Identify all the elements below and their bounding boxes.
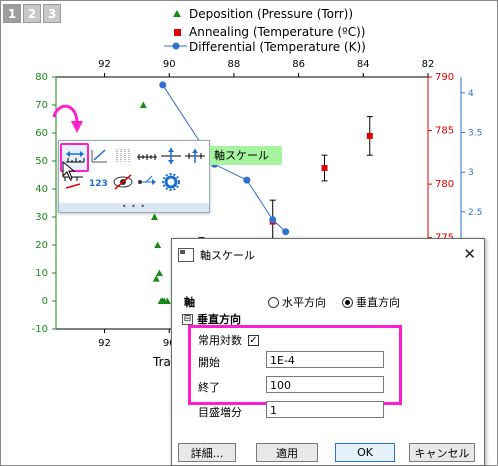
hide-icon[interactable]	[111, 171, 135, 193]
deposition-point	[154, 241, 162, 248]
rescale-icon[interactable]	[87, 145, 111, 167]
vertical-radio[interactable]	[342, 296, 353, 308]
log-row: 常用対数 ✓	[198, 332, 259, 348]
legend-label-deposition: Deposition (Pressure (Torr))	[189, 7, 353, 21]
left-axis-tick-label: 30	[35, 212, 48, 223]
mini-toolbar: 123 • • •	[58, 140, 210, 213]
dialog-title: 軸スケール	[200, 248, 255, 262]
export-icon[interactable]	[135, 171, 159, 193]
axis-scale-dialog: 軸スケール ✕ 軸 水平方向 垂直方向 ⊟ 垂直方向 常用対数 ✓ 開始 1E-…	[171, 238, 485, 466]
legend-marker-differential	[172, 42, 180, 50]
horizontal-label: 水平方向	[282, 296, 326, 309]
annealing-point	[321, 165, 328, 172]
deposition-point	[155, 269, 163, 276]
top-axis-tick-label: 82	[422, 59, 435, 70]
annealing-point	[366, 132, 373, 139]
collapse-icon[interactable]: ⊟	[182, 313, 193, 325]
differential-point	[282, 228, 290, 236]
left-axis-tick-label: 20	[35, 240, 48, 251]
legend-marker-deposition	[173, 10, 181, 17]
left-axis-tick-label: 60	[35, 128, 48, 139]
start-label: 開始	[198, 356, 220, 369]
left-axis-tick-label: 50	[35, 156, 48, 167]
left-axis-tick-label: -10	[32, 324, 48, 335]
dialog-window-icon	[178, 247, 194, 262]
mini-toolbar-more[interactable]: • • •	[59, 203, 209, 212]
axis-label: 軸	[184, 296, 195, 309]
vertical-option[interactable]: 垂直方向	[342, 294, 400, 310]
top-axis-tick-label: 86	[292, 59, 305, 70]
axis-dist-icon[interactable]	[183, 145, 207, 167]
horizontal-radio[interactable]	[268, 296, 279, 308]
bottom-axis-tick-label: 92	[98, 338, 111, 349]
svg-text:123: 123	[89, 179, 108, 189]
right-axis-2-tick-label: 2.5	[468, 208, 482, 218]
right-axis-1-tick-label: 785	[435, 126, 454, 137]
end-input[interactable]: 100	[266, 376, 384, 393]
right-axis-1-tick-label: 780	[435, 179, 454, 190]
right-axis-2-tick-label: 3	[468, 168, 474, 178]
deposition-point	[139, 101, 147, 108]
top-axis-tick-label: 84	[357, 59, 370, 70]
end-label-row: 終了	[198, 379, 220, 395]
dialog-titlebar[interactable]: 軸スケール ✕	[172, 239, 484, 270]
legend[interactable]: Deposition (Pressure (Torr)) Annealing (…	[164, 7, 366, 54]
deposition-point	[152, 275, 160, 282]
right-axis-1-tick-label: 790	[435, 72, 454, 83]
start-label-row: 開始	[198, 354, 220, 370]
settings-icon[interactable]	[159, 171, 183, 193]
right-axis-2-tick-label: 4	[468, 89, 474, 99]
right-axis-2-tick-label: 3.5	[468, 129, 482, 139]
apply-button[interactable]: 適用	[256, 443, 318, 462]
log-checkbox[interactable]: ✓	[248, 334, 259, 346]
mouse-cursor-icon	[62, 161, 76, 180]
increment-input[interactable]: 1	[266, 401, 384, 418]
left-axis-tick-label: 70	[35, 100, 48, 111]
end-label: 終了	[198, 381, 220, 394]
tooltip: 軸スケール	[210, 146, 282, 165]
start-input[interactable]: 1E-4	[266, 351, 384, 368]
grid-icon[interactable]	[111, 145, 135, 167]
increment-label: 目盛増分	[198, 406, 242, 419]
differential-point	[159, 81, 167, 89]
differential-point	[243, 176, 251, 184]
top-axis-tick-label: 92	[98, 59, 111, 70]
ok-button[interactable]: OK	[335, 443, 395, 462]
left-axis-tick-label: 40	[35, 184, 48, 195]
cancel-button[interactable]: キャンセル	[409, 443, 475, 462]
left-axis-tick-label: 10	[35, 268, 48, 279]
left-axis-tick-label: 80	[35, 72, 48, 83]
top-axis-tick-label: 90	[163, 59, 176, 70]
legend-label-annealing: Annealing (Temperature (ºC))	[189, 25, 365, 39]
axis-center-icon[interactable]	[159, 145, 183, 167]
details-button[interactable]: 詳細...	[178, 443, 236, 462]
axis-row: 軸	[184, 294, 195, 310]
graph-window: 1 2 3 Deposition (Pressure (Torr)) Annea…	[0, 0, 498, 466]
legend-label-differential: Differential (Temperature (K))	[189, 40, 366, 54]
annotation-arrow	[52, 104, 83, 133]
bottom-axis-title: Tra	[152, 355, 171, 369]
numbering-icon[interactable]: 123	[87, 171, 111, 193]
log-label: 常用対数	[198, 334, 242, 347]
differential-point	[269, 216, 277, 224]
legend-marker-annealing	[174, 29, 181, 36]
close-icon[interactable]: ✕	[463, 245, 476, 263]
top-axis-tick-label: 88	[228, 59, 241, 70]
deposition-point	[151, 213, 159, 220]
vertical-label: 垂直方向	[356, 296, 400, 309]
left-axis-tick-label: 0	[42, 296, 48, 307]
horizontal-option[interactable]: 水平方向	[268, 294, 326, 310]
tick-icon[interactable]	[135, 145, 159, 167]
increment-label-row: 目盛増分	[198, 404, 242, 420]
